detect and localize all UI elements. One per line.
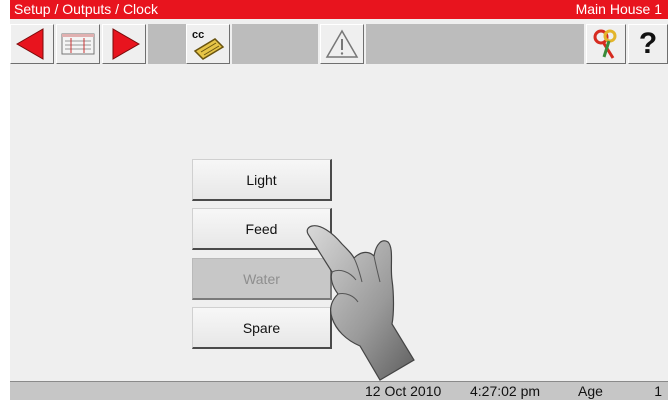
keys-button[interactable] [586, 24, 626, 64]
age-label: Age [578, 383, 603, 399]
list-icon [61, 33, 95, 55]
status-bar: 12 Oct 2010 4:27:02 pm Age 1 [10, 381, 668, 400]
alarm-button[interactable] [320, 24, 364, 64]
help-button[interactable]: ? [628, 24, 668, 64]
age-value: 1 [654, 383, 662, 399]
pointing-hand-icon [306, 225, 415, 381]
warning-icon [325, 29, 359, 58]
light-button[interactable]: Light [192, 159, 332, 201]
title-bar: Setup / Outputs / Clock Main House 1 [10, 0, 668, 19]
previous-button[interactable] [10, 24, 54, 64]
arrow-right-icon [112, 28, 141, 60]
toolbar: cc ? [10, 21, 668, 71]
breadcrumb: Setup / Outputs / Clock [14, 1, 158, 17]
list-button[interactable] [56, 24, 100, 64]
arrow-left-icon [15, 28, 44, 60]
location-label: Main House 1 [575, 1, 662, 17]
keys-icon [593, 29, 617, 59]
cc-button[interactable]: cc [186, 24, 230, 64]
toolbar-spacer [232, 24, 318, 64]
toolbar-spacer [148, 24, 186, 64]
toolbar-spacer [366, 24, 584, 64]
cc-clipboard-icon: cc [192, 29, 225, 60]
next-button[interactable] [102, 24, 146, 64]
time-readout: 4:27:02 pm [470, 383, 541, 399]
screen: Setup / Outputs / Clock Main House 1 cc … [10, 0, 668, 400]
date-readout: 12 Oct 2010 [365, 383, 442, 399]
cc-label: cc [192, 29, 204, 41]
